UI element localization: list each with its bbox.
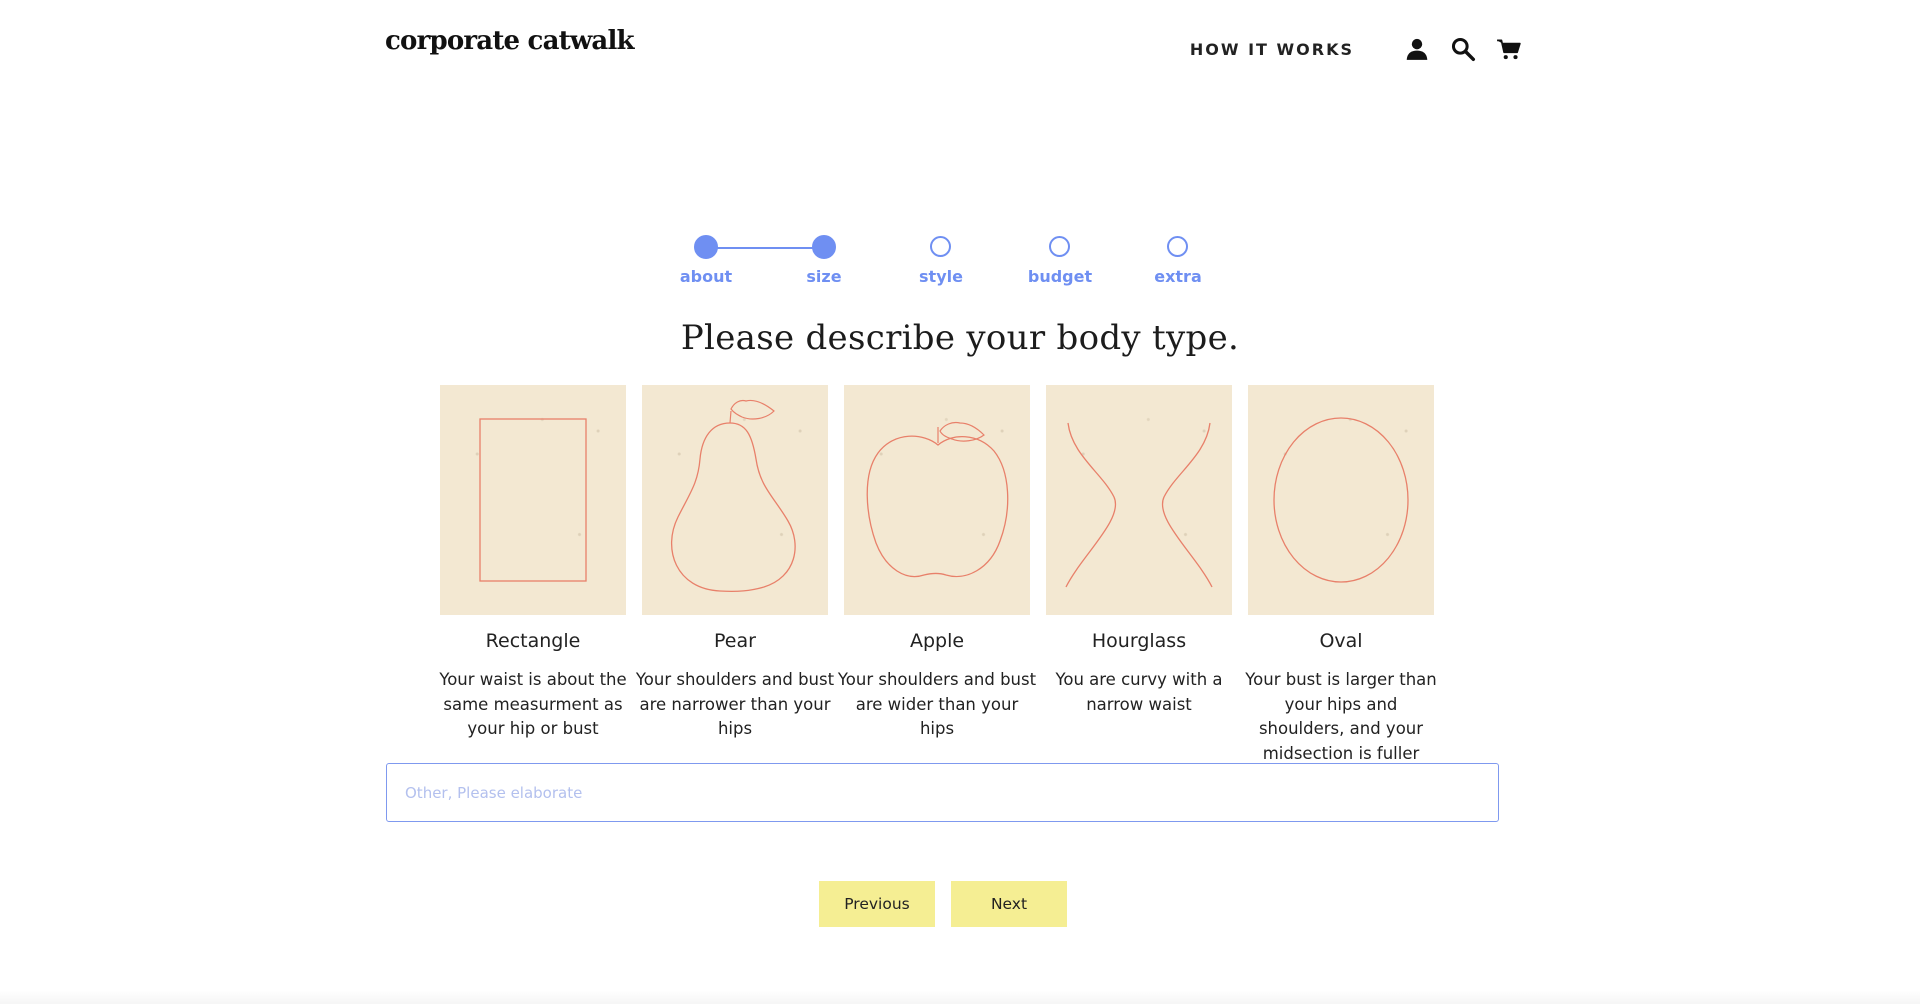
hourglass-shape-icon (1065, 422, 1213, 588)
body-type-description: Your shoulders and bust are wider than y… (837, 670, 1037, 738)
pear-shape-icon (670, 399, 796, 593)
body-type-card-oval[interactable]: Oval Your bust is larger than your hips … (1245, 385, 1437, 766)
body-type-name: Pear (714, 630, 756, 652)
question-title: Please describe your body type. (680, 318, 1240, 358)
body-type-card-rectangle[interactable]: Rectangle Your waist is about the same m… (439, 385, 627, 742)
step-connector (706, 247, 824, 249)
oval-shape-icon (1273, 417, 1409, 583)
body-type-options: Rectangle Your waist is about the same m… (439, 385, 1490, 766)
step-about-label[interactable]: about (656, 267, 756, 286)
main-nav: HOW IT WORKS (1190, 36, 1522, 62)
body-type-name: Apple (909, 630, 965, 652)
step-style-label[interactable]: style (891, 267, 991, 286)
body-type-description: Your waist is about the same measurment … (439, 670, 627, 738)
step-budget-label[interactable]: budget (1010, 267, 1110, 286)
body-type-name: Oval (1319, 630, 1363, 652)
body-type-name: Rectangle (485, 630, 581, 652)
rectangle-shape-icon (479, 418, 587, 582)
body-type-card-pear[interactable]: Pear Your shoulders and bust are narrowe… (636, 385, 834, 742)
body-type-description: Your shoulders and bust are narrower tha… (635, 670, 835, 738)
brand-logo[interactable]: corporate catwalk (385, 26, 635, 56)
nav-how-it-works[interactable]: HOW IT WORKS (1190, 40, 1354, 59)
page-bottom-edge (0, 990, 1920, 1004)
step-size-marker[interactable] (812, 235, 836, 259)
apple-shape-icon (866, 421, 1009, 578)
next-button[interactable]: Next (951, 881, 1067, 927)
other-body-type-input[interactable] (386, 763, 1499, 822)
step-budget-marker[interactable] (1049, 236, 1070, 257)
step-extra-label[interactable]: extra (1128, 267, 1228, 286)
body-type-card-hourglass[interactable]: Hourglass You are curvy with a narrow wa… (1046, 385, 1232, 717)
progress-stepper: about size style budget extra (660, 230, 1260, 300)
body-type-name: Hourglass (1091, 630, 1187, 652)
body-type-card-apple[interactable]: Apple Your shoulders and bust are wider … (838, 385, 1036, 742)
step-style-marker[interactable] (930, 236, 951, 257)
account-icon[interactable] (1404, 36, 1430, 62)
search-icon[interactable] (1450, 36, 1476, 62)
body-type-description: Your bust is larger than your hips and s… (1245, 670, 1437, 763)
pear-shape-illustration (642, 385, 828, 615)
step-extra-marker[interactable] (1167, 236, 1188, 257)
rectangle-shape-illustration (440, 385, 626, 615)
cart-icon[interactable] (1496, 36, 1522, 62)
apple-shape-illustration (844, 385, 1030, 615)
oval-shape-illustration (1248, 385, 1434, 615)
site-header: corporate catwalk HOW IT WORKS (0, 0, 1920, 100)
hourglass-shape-illustration (1046, 385, 1232, 615)
previous-button[interactable]: Previous (819, 881, 935, 927)
step-about-marker[interactable] (694, 235, 718, 259)
body-type-description: You are curvy with a narrow waist (1055, 670, 1223, 714)
step-size-label[interactable]: size (774, 267, 874, 286)
